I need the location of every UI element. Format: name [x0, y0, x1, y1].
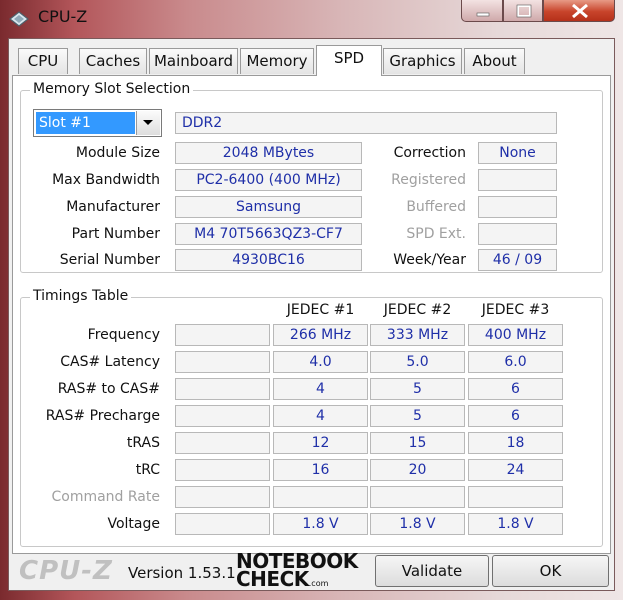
- timing-cell: 6: [468, 378, 563, 400]
- timing-cell: 5: [370, 405, 465, 427]
- timing-cell: [175, 405, 270, 427]
- timing-cell: [175, 351, 270, 373]
- module-size-field: 2048 MBytes: [175, 142, 362, 164]
- cpuz-app-icon: [9, 11, 29, 27]
- timing-row-label: Frequency: [87, 327, 160, 343]
- timing-cell: [175, 378, 270, 400]
- maximize-button[interactable]: [503, 0, 543, 22]
- timing-cell: 266 MHz: [273, 324, 368, 346]
- timing-cell: [175, 513, 270, 535]
- slot-select[interactable]: Slot #1: [33, 109, 162, 137]
- slot-dropdown-button[interactable]: [136, 111, 160, 135]
- timings-column-header: JEDEC #2: [383, 302, 452, 318]
- notebookcheck-watermark: NOTEBOOK CHECK.com: [236, 551, 358, 589]
- timing-row-label: tRAS: [126, 435, 160, 451]
- timing-cell: 400 MHz: [468, 324, 563, 346]
- timing-cell: 20: [370, 459, 465, 481]
- timing-row-label: Command Rate: [51, 489, 160, 505]
- chevron-down-icon: [143, 120, 153, 125]
- correction-field: None: [478, 142, 557, 164]
- timing-row-label: CAS# Latency: [60, 354, 160, 370]
- tab-cpu[interactable]: CPU: [18, 48, 68, 74]
- max-bandwidth-label: Max Bandwidth: [52, 172, 160, 188]
- timing-cell: 6: [468, 405, 563, 427]
- week-year-label: Week/Year: [393, 252, 466, 268]
- timing-cell: [175, 432, 270, 454]
- validate-button[interactable]: Validate: [375, 555, 489, 587]
- main-panel: CPU Caches Mainboard Memory SPD Graphics…: [8, 38, 615, 591]
- timing-cell: 1.8 V: [468, 513, 563, 535]
- correction-label: Correction: [393, 145, 466, 161]
- watermark-line2: CHECK: [236, 567, 309, 591]
- max-bandwidth-field: PC2-6400 (400 MHz): [175, 169, 362, 191]
- timing-cell: 18: [468, 432, 563, 454]
- timing-cell: 12: [273, 432, 368, 454]
- week-year-field: 46 / 09: [478, 249, 557, 271]
- manufacturer-label: Manufacturer: [66, 199, 160, 215]
- timing-cell: [175, 459, 270, 481]
- registered-label: Registered: [391, 172, 466, 188]
- timing-cell: [175, 324, 270, 346]
- timing-cell: 333 MHz: [370, 324, 465, 346]
- close-icon: [572, 3, 588, 19]
- timing-cell: 4: [273, 378, 368, 400]
- cpuz-logo: CPU-Z: [19, 556, 113, 586]
- tab-caches[interactable]: Caches: [79, 48, 147, 74]
- timing-cell: 5: [370, 378, 465, 400]
- watermark-suffix: .com: [308, 579, 329, 588]
- timings-group-label: Timings Table: [30, 288, 132, 304]
- buffered-field: [478, 196, 557, 218]
- timing-cell: 6.0: [468, 351, 563, 373]
- serial-number-field: 4930BC16: [175, 249, 362, 271]
- timing-row-label: RAS# Precharge: [45, 408, 160, 424]
- part-number-label: Part Number: [71, 226, 160, 242]
- buffered-label: Buffered: [406, 199, 466, 215]
- minimize-icon: [476, 12, 490, 17]
- timing-cell: 5.0: [370, 351, 465, 373]
- ok-button[interactable]: OK: [492, 555, 609, 587]
- manufacturer-field: Samsung: [175, 196, 362, 218]
- memory-type-field: DDR2: [175, 112, 557, 134]
- timing-cell: 4: [273, 405, 368, 427]
- serial-number-label: Serial Number: [59, 252, 160, 268]
- timing-cell: 1.8 V: [273, 513, 368, 535]
- spd-ext-label: SPD Ext.: [406, 226, 466, 242]
- window-title: CPU-Z: [38, 7, 88, 26]
- memory-slot-group-label: Memory Slot Selection: [30, 81, 194, 97]
- title-bar[interactable]: CPU-Z: [0, 0, 623, 38]
- slot-select-value: Slot #1: [36, 112, 135, 134]
- timings-column-header: JEDEC #3: [481, 302, 550, 318]
- timing-cell: [468, 486, 563, 508]
- timings-column-header: JEDEC #1: [286, 302, 355, 318]
- timing-cell: 16: [273, 459, 368, 481]
- version-label: Version 1.53.1: [128, 564, 236, 582]
- timing-row-label: tRC: [135, 462, 160, 478]
- spd-ext-field: [478, 223, 557, 245]
- spd-tab-panel: Memory Slot Selection Slot #1 DDR2 Modul…: [12, 75, 611, 554]
- timing-cell: [273, 486, 368, 508]
- timing-cell: [370, 486, 465, 508]
- part-number-field: M4 70T5663QZ3-CF7: [175, 223, 362, 245]
- cpuz-window: CPU-Z CPU Caches Mainboard Memory SPD Gr…: [0, 0, 623, 600]
- timing-cell: 24: [468, 459, 563, 481]
- tab-mainboard[interactable]: Mainboard: [149, 48, 238, 74]
- module-size-label: Module Size: [75, 145, 160, 161]
- registered-field: [478, 169, 557, 191]
- maximize-icon: [516, 4, 532, 18]
- timing-cell: 15: [370, 432, 465, 454]
- timing-cell: 4.0: [273, 351, 368, 373]
- timing-row-label: Voltage: [107, 516, 160, 532]
- timing-cell: 1.8 V: [370, 513, 465, 535]
- close-button[interactable]: [543, 0, 615, 22]
- tab-about[interactable]: About: [464, 48, 525, 74]
- tab-graphics[interactable]: Graphics: [383, 48, 462, 74]
- tab-memory[interactable]: Memory: [240, 48, 314, 74]
- tab-spd[interactable]: SPD: [316, 45, 382, 76]
- timing-row-label: RAS# to CAS#: [57, 381, 160, 397]
- timing-cell: [175, 486, 270, 508]
- minimize-button[interactable]: [461, 0, 503, 22]
